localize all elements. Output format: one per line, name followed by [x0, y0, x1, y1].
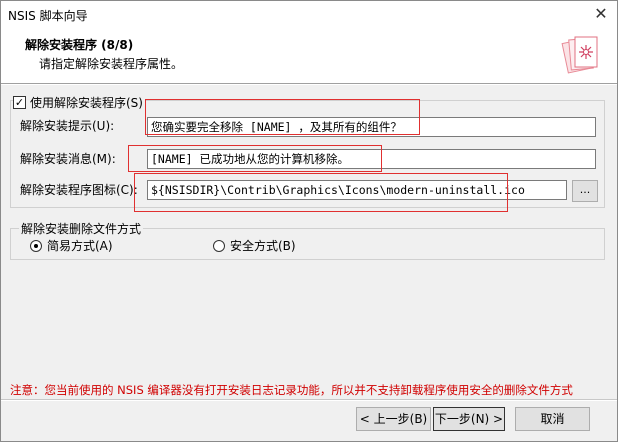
safe-mode-radio[interactable]: [213, 239, 225, 252]
use-uninstaller-checkbox-row[interactable]: ✓ 使用解除安装程序(S): [13, 94, 146, 110]
simple-mode-radio[interactable]: [30, 239, 42, 252]
back-button[interactable]: < 上一步(B): [356, 407, 431, 431]
page-title: 解除安装程序 (8/8): [25, 38, 134, 52]
use-uninstaller-label: 使用解除安装程序(S): [30, 95, 143, 110]
wizard-window: NSIS 脚本向导 ✕ 解除安装程序 (8/8) 请指定解除安装程序属性。 ✓ …: [0, 0, 618, 442]
close-icon[interactable]: ✕: [591, 4, 611, 24]
uninstall-icon-input[interactable]: ${NSISDIR}\Contrib\Graphics\Icons\modern…: [147, 180, 567, 200]
use-uninstaller-checkbox[interactable]: ✓: [13, 95, 26, 109]
footer-separator: [1, 399, 617, 401]
title-bar: NSIS 脚本向导 ✕: [1, 1, 617, 27]
uninstall-prompt-input[interactable]: 您确实要完全移除 [NAME] ，及其所有的组件？: [147, 117, 596, 137]
uninstall-icon-label: 解除安装程序图标(C):: [20, 183, 138, 197]
window-title: NSIS 脚本向导: [8, 9, 88, 23]
safe-mode-label: 安全方式(B): [230, 239, 296, 253]
delete-mode-legend: 解除安装删除文件方式: [19, 220, 144, 237]
browse-icon-button[interactable]: ...: [572, 180, 598, 202]
uninstall-message-input[interactable]: [NAME] 已成功地从您的计算机移除。: [147, 149, 596, 169]
simple-mode-label: 简易方式(A): [47, 239, 113, 253]
warning-note: 注意：您当前使用的 NSIS 编译器没有打开安装日志记录功能，所以并不支持卸载程…: [10, 383, 573, 397]
cancel-button[interactable]: 取消: [515, 407, 590, 431]
uninstall-message-label: 解除安装消息(M):: [20, 152, 116, 166]
simple-mode-radio-row[interactable]: 简易方式(A): [30, 237, 113, 254]
page-subtitle: 请指定解除安装程序属性。: [39, 57, 184, 71]
wizard-header: 解除安装程序 (8/8) 请指定解除安装程序属性。: [1, 27, 617, 84]
safe-mode-radio-row[interactable]: 安全方式(B): [213, 237, 296, 254]
installer-pages-icon: [561, 36, 598, 74]
wizard-body: ✓ 使用解除安装程序(S) 解除安装提示(U): 您确实要完全移除 [NAME]…: [1, 85, 617, 441]
uninstall-prompt-label: 解除安装提示(U):: [20, 119, 115, 133]
next-button[interactable]: 下一步(N) >: [433, 407, 505, 431]
